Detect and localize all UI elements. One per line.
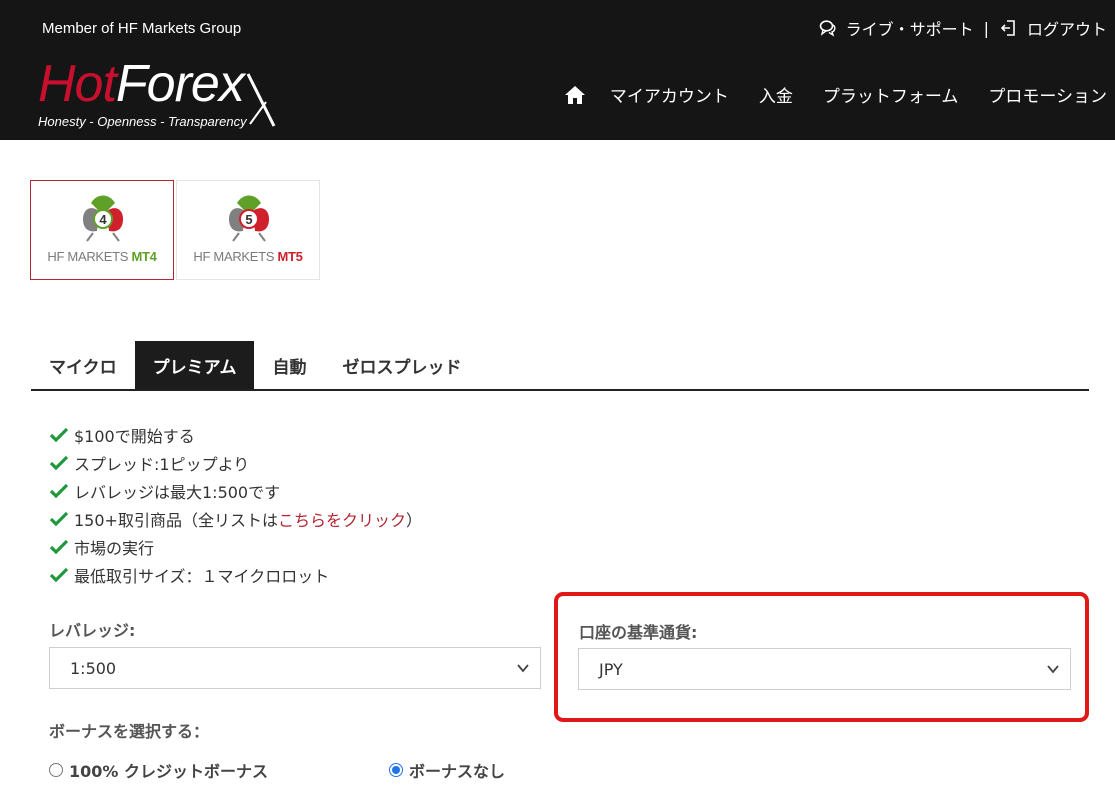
check-icon: [49, 511, 69, 527]
nav-platform[interactable]: プラットフォーム: [823, 82, 959, 107]
feature-text: スプレッド:1ピップより: [74, 455, 250, 474]
home-icon[interactable]: [564, 84, 586, 106]
account-features-list: $100で開始する スプレッド:1ピップより レバレッジは最大1:500です 1…: [49, 421, 422, 589]
feature-text: 市場の実行: [74, 539, 155, 558]
nav-promotion[interactable]: プロモーション: [988, 82, 1107, 107]
check-icon: [49, 483, 69, 499]
bonus-option-credit-label: 100% クレジットボーナス: [69, 762, 269, 781]
feature-text: レバレッジは最大1:500です: [74, 483, 281, 502]
live-support-link[interactable]: ライブ・サポート: [846, 16, 974, 40]
bonus-option-none[interactable]: ボーナスなし: [389, 758, 505, 782]
mt5-label: HF MARKETS MT5: [193, 249, 303, 264]
site-header: Member of HF Markets Group HotForex Hone…: [0, 0, 1115, 140]
nav-my-account[interactable]: マイアカウント: [610, 82, 729, 107]
mt4-icon: 4: [83, 195, 123, 242]
feature-text-suffix: ）: [405, 511, 422, 530]
radio-button-selected[interactable]: [389, 763, 403, 777]
feature-item: スプレッド:1ピップより: [49, 449, 422, 477]
logo-tagline: Honesty - Openness - Transparency: [38, 114, 247, 129]
logout-link[interactable]: ログアウト: [1027, 16, 1107, 40]
feature-item: 市場の実行: [49, 533, 422, 561]
tab-premium[interactable]: プレミアム: [134, 341, 255, 389]
leverage-select[interactable]: 1:500: [49, 647, 541, 689]
check-icon: [49, 455, 69, 471]
hotforex-logo[interactable]: HotForex Honesty - Openness - Transparen…: [36, 54, 276, 134]
svg-text:5: 5: [245, 212, 252, 227]
feature-text: 150+取引商品（全リストは: [74, 511, 278, 530]
tab-auto[interactable]: 自動: [254, 341, 324, 389]
mt5-icon: 5: [229, 195, 269, 242]
top-links: ライブ・サポート | ログアウト: [818, 16, 1107, 40]
feature-item: 最低取引サイズ：１マイクロロット: [49, 561, 422, 589]
feature-text: 最低取引サイズ：１マイクロロット: [74, 567, 330, 586]
tab-micro[interactable]: マイクロ: [31, 341, 135, 389]
check-icon: [49, 539, 69, 555]
svg-text:4: 4: [99, 212, 107, 227]
feature-item: レバレッジは最大1:500です: [49, 477, 422, 505]
member-text: Member of HF Markets Group: [42, 20, 242, 37]
logout-icon[interactable]: [999, 18, 1019, 38]
radio-button[interactable]: [49, 763, 63, 777]
check-icon: [49, 567, 69, 583]
tab-zero-spread[interactable]: ゼロスプレッド: [324, 341, 479, 389]
bonus-label: ボーナスを選択する：: [49, 722, 210, 741]
platform-mt4-tile[interactable]: 4 HF MARKETS MT4: [30, 180, 174, 280]
feature-item: $100で開始する: [49, 421, 422, 449]
instrument-list-link[interactable]: こちらをクリック: [278, 507, 406, 531]
nav-deposit[interactable]: 入金: [759, 82, 793, 107]
feature-text: $100で開始する: [74, 427, 195, 446]
logo-swoosh-icon: [246, 73, 276, 127]
bonus-option-credit[interactable]: 100% クレジットボーナス: [49, 758, 268, 782]
currency-select[interactable]: JPY: [578, 648, 1071, 690]
main-nav: マイアカウント 入金 プラットフォーム プロモーション: [564, 82, 1107, 107]
feature-item: 150+取引商品（全リストは こちらをクリック）: [49, 505, 422, 533]
chat-icon[interactable]: [818, 18, 838, 38]
bonus-option-none-label: ボーナスなし: [409, 762, 506, 781]
account-type-tabs: マイクロ プレミアム 自動 ゼロスプレッド: [31, 341, 1089, 391]
leverage-value: 1:500: [70, 658, 117, 678]
chevron-down-icon: [1047, 665, 1059, 674]
link-separator: |: [983, 18, 989, 38]
check-icon: [49, 427, 69, 443]
logo-wordmark: HotForex: [38, 55, 245, 113]
platform-mt5-tile[interactable]: 5 HF MARKETS MT5: [176, 180, 320, 280]
chevron-down-icon: [517, 664, 529, 673]
mt4-label: HF MARKETS MT4: [47, 249, 157, 264]
currency-label: 口座の基準通貨:: [579, 623, 698, 642]
currency-value: JPY: [599, 659, 623, 679]
leverage-label: レバレッジ:: [49, 621, 136, 640]
